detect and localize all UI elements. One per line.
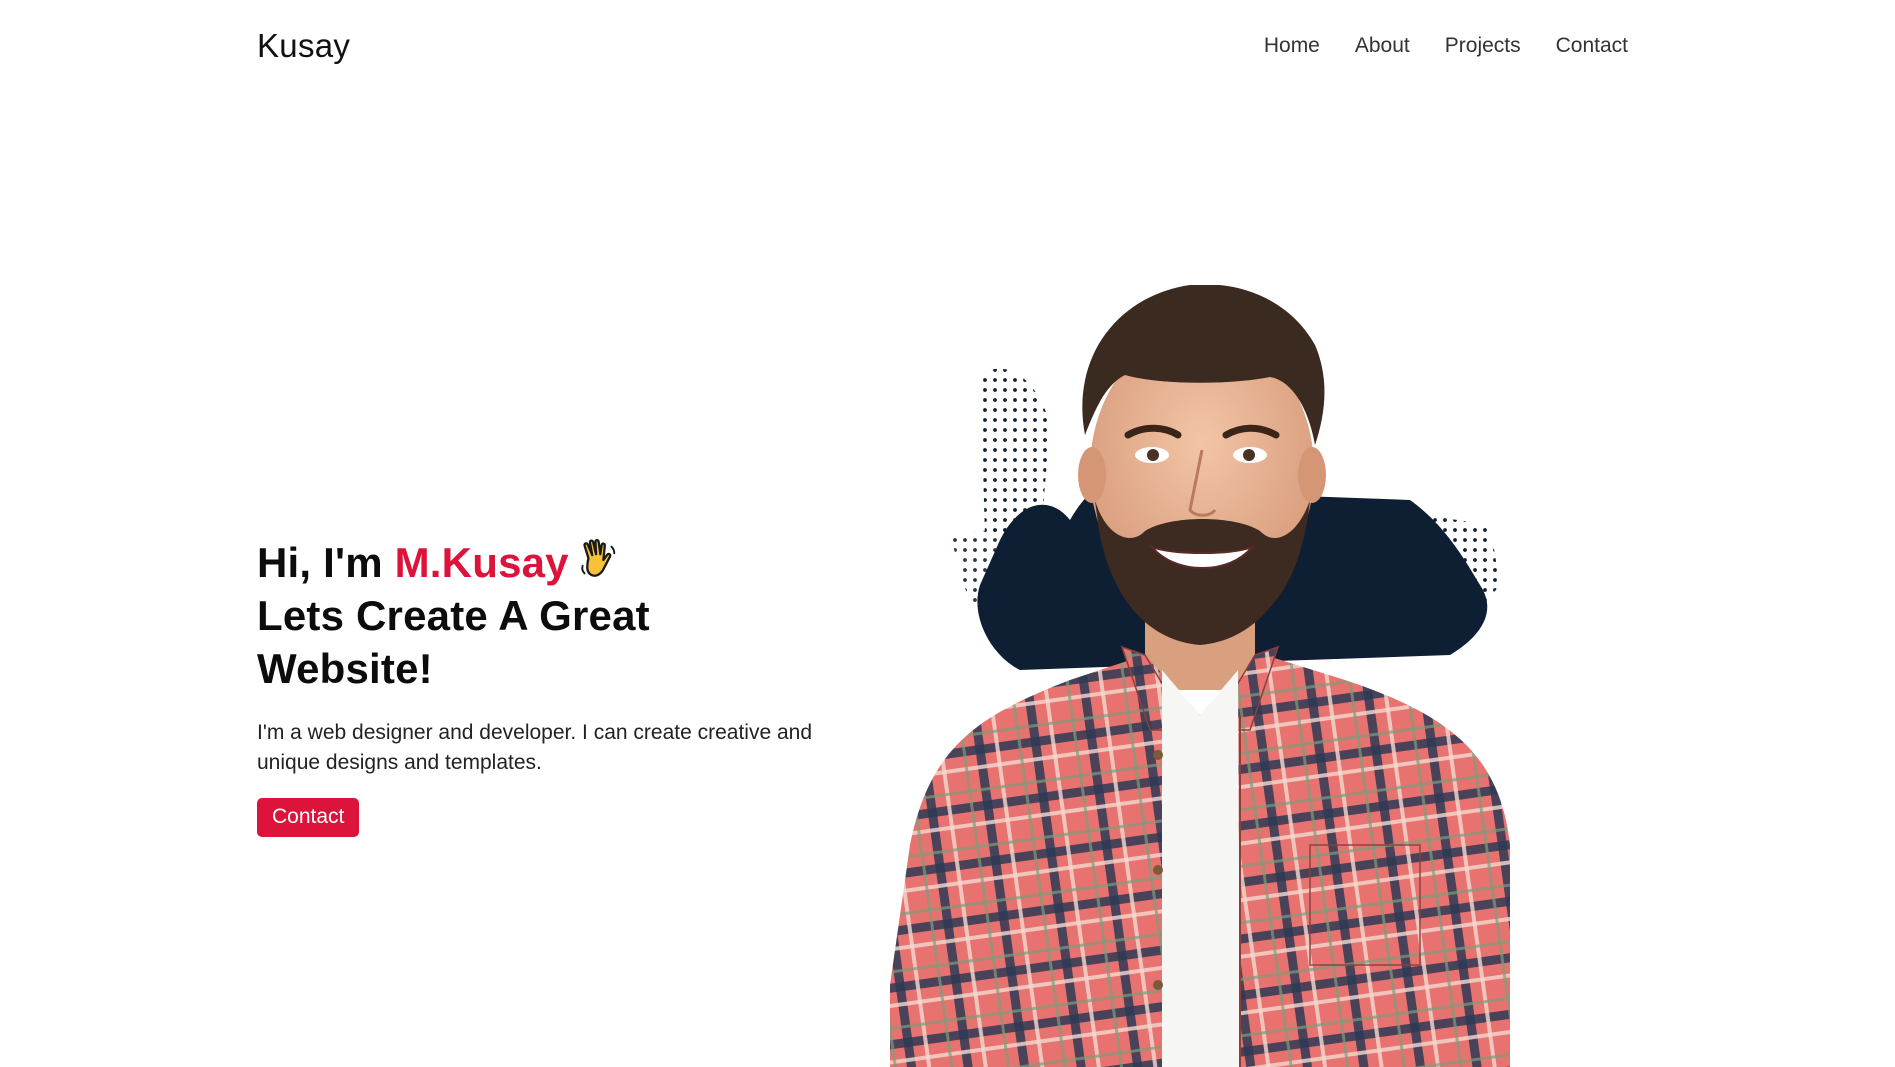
contact-button[interactable]: Contact [257, 798, 360, 837]
headline-line-2: Lets Create A Great [257, 592, 650, 639]
brand-logo[interactable]: Kusay [257, 27, 350, 65]
waving-hand-icon [581, 539, 615, 577]
nav-item-contact: Contact [1556, 34, 1628, 58]
nav-link-about[interactable]: About [1355, 34, 1410, 57]
navbar: Kusay Home About Projects Contact [0, 0, 1895, 96]
portfolio-page: Kusay Home About Projects Contact Hi, I'… [0, 0, 1895, 1067]
portrait-image [890, 285, 1510, 1067]
nav-item-projects: Projects [1445, 34, 1521, 58]
nav-item-home: Home [1264, 34, 1320, 58]
hero-headline: Hi, I'm M.Kusay Lets Create A Great Webs… [257, 536, 857, 695]
nav-link-contact[interactable]: Contact [1556, 34, 1628, 57]
greeting-prefix: Hi, I'm [257, 539, 383, 586]
nav-links: Home About Projects Contact [1264, 34, 1628, 58]
headline-line-3: Website! [257, 645, 433, 692]
hero-name: M.Kusay [394, 539, 569, 586]
hero-section: Hi, I'm M.Kusay Lets Create A Great Webs… [257, 536, 857, 837]
nav-link-home[interactable]: Home [1264, 34, 1320, 57]
hero-tagline: I'm a web designer and developer. I can … [257, 721, 813, 774]
nav-item-about: About [1355, 34, 1410, 58]
nav-link-projects[interactable]: Projects [1445, 34, 1521, 57]
